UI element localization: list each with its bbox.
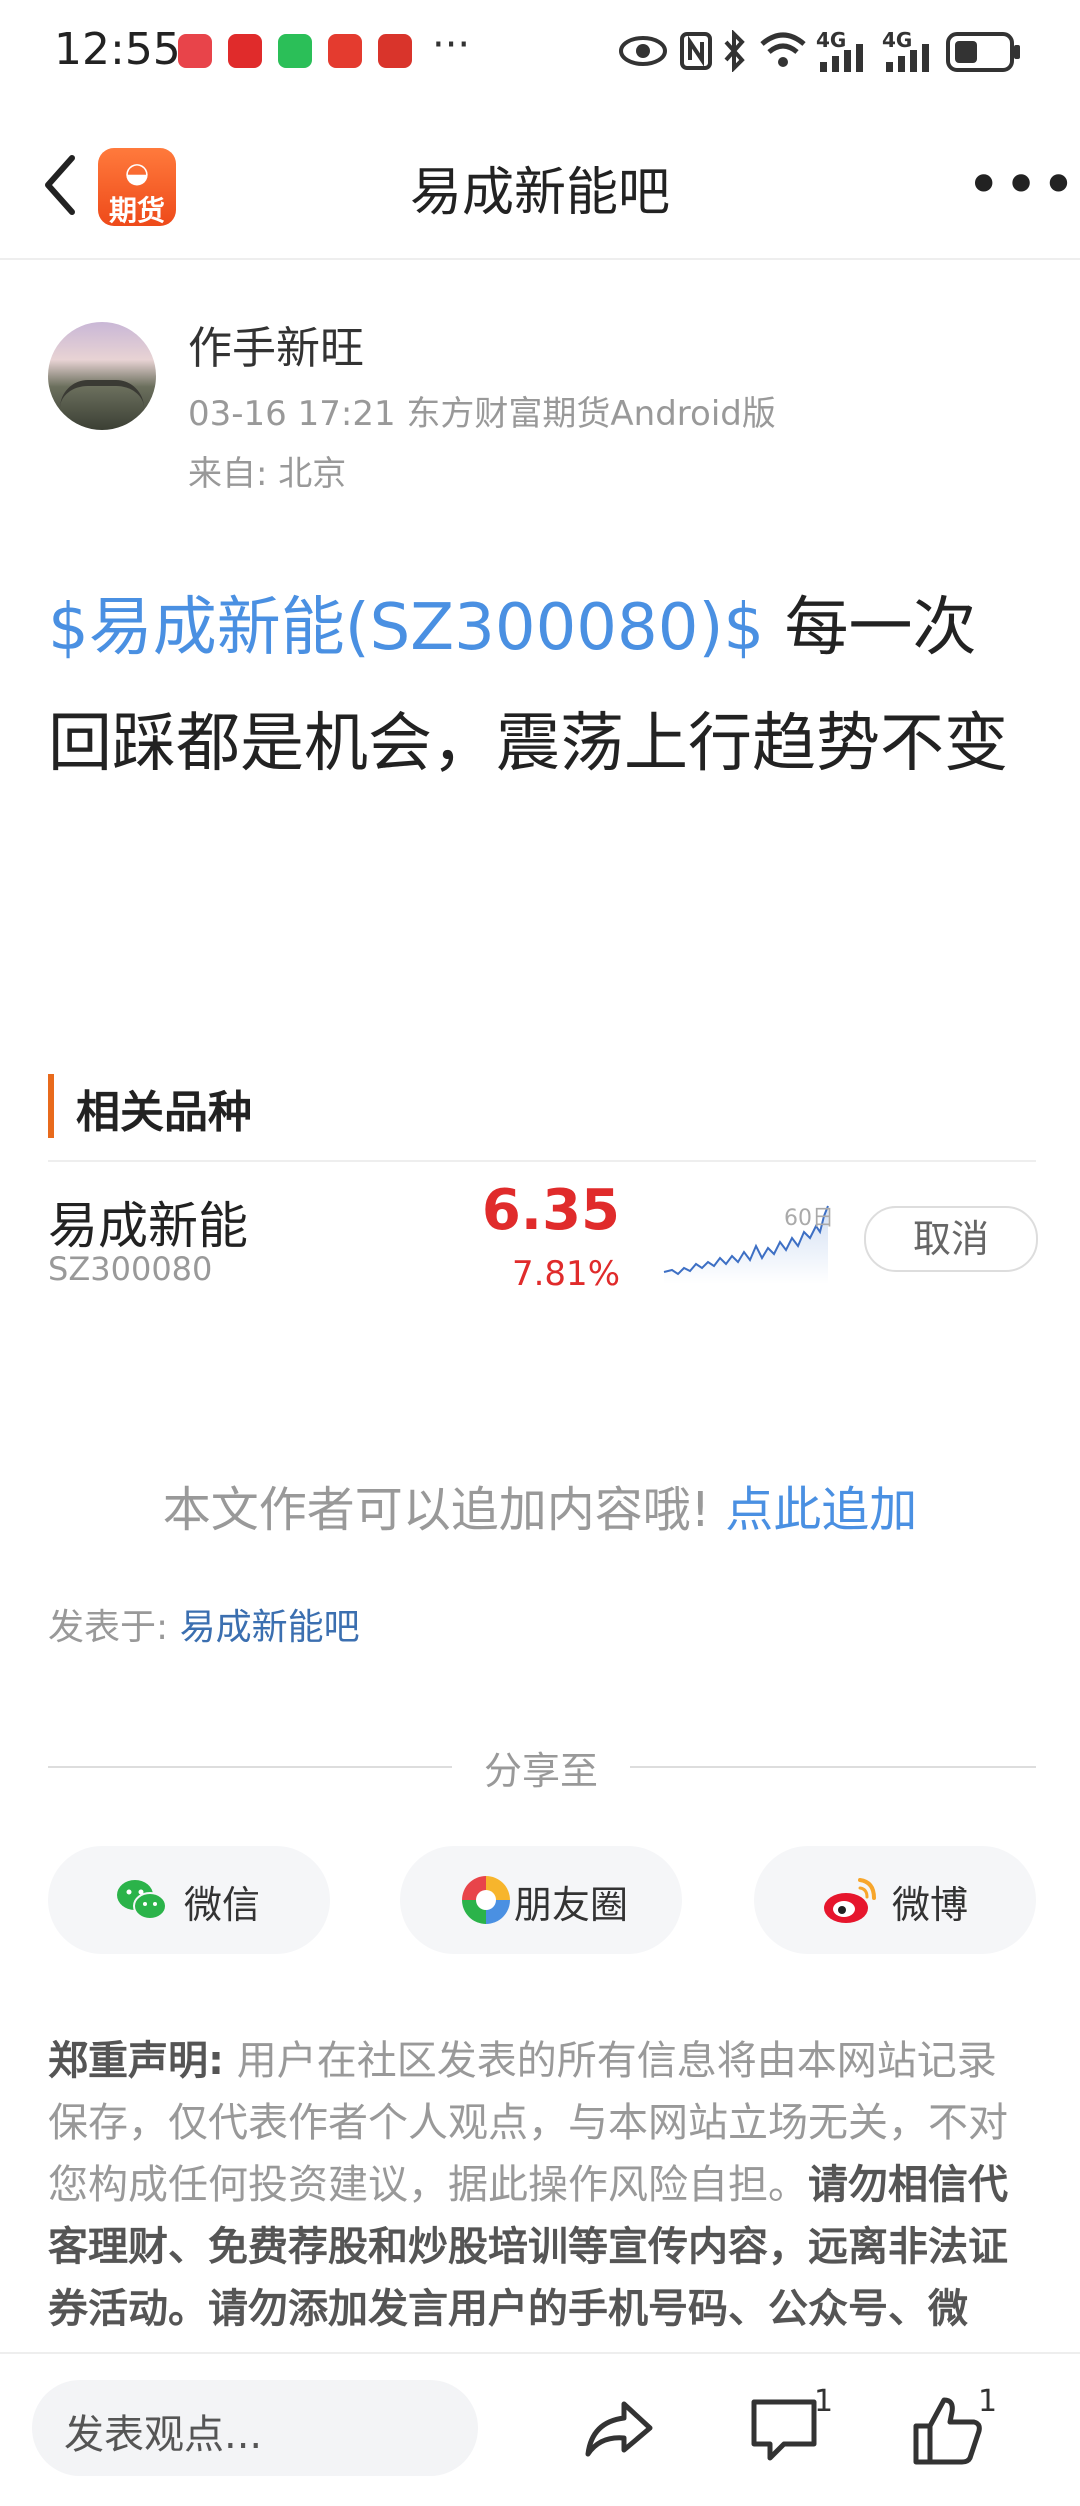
share-label: 分享至: [483, 1749, 598, 1793]
stock-code: SZ300080: [48, 1250, 213, 1288]
like-count: 1: [978, 2384, 998, 2419]
share-weibo-label: 微博: [892, 1883, 969, 1927]
futures-logo: ◒ 期货: [98, 148, 176, 227]
wechat-icon: [278, 34, 312, 68]
moments-icon: [462, 1876, 510, 1924]
share-divider-right: [630, 1766, 1036, 1768]
back-arrow-icon[interactable]: [40, 150, 80, 220]
posted-in: 发表于: 易成新能吧: [48, 1598, 360, 1650]
post-meta: 03-16 17:21 东方财富期货Android版: [188, 394, 776, 434]
share-moments-label: 朋友圈: [514, 1883, 629, 1927]
stock-change: 7.81%: [511, 1254, 620, 1294]
comment-count: 1: [814, 2384, 834, 2419]
weibo-icon: [824, 1878, 876, 1923]
page-title: 易成新能吧: [409, 163, 670, 223]
bluetooth-icon: [724, 30, 745, 72]
stock-tag-link[interactable]: $易成新能(SZ300080)$: [48, 591, 764, 665]
disclaimer-head: 郑重声明:: [48, 2038, 224, 2084]
related-divider: [48, 1160, 1036, 1162]
stock-name[interactable]: 易成新能: [48, 1186, 248, 1258]
share-moments-button[interactable]: 朋友圈: [400, 1846, 682, 1954]
disclaimer: 郑重声明: 用户在社区发表的所有信息将由本网站记录保存，仅代表作者个人观点，与本…: [48, 2030, 1036, 2340]
comment-icon[interactable]: [744, 2390, 824, 2470]
author-avatar[interactable]: [48, 322, 156, 430]
share-wechat-button[interactable]: 微信: [48, 1846, 330, 1954]
status-time: 12:55: [54, 24, 181, 75]
header-divider: [0, 258, 1080, 260]
signal-icon-2: [886, 44, 929, 72]
posted-in-link[interactable]: 易成新能吧: [180, 1607, 360, 1648]
like-icon[interactable]: [908, 2390, 988, 2470]
share-weibo-button[interactable]: 微博: [754, 1846, 1036, 1954]
status-more-dots: ···: [432, 22, 471, 68]
logo-text: 期货: [108, 194, 165, 227]
share-divider-left: [48, 1766, 452, 1768]
wechat-icon: [117, 1880, 167, 1920]
wifi-icon: [760, 32, 806, 67]
post-content: $易成新能(SZ300080)$ 每一次回踩都是机会，震荡上行趋势不变: [48, 570, 1032, 802]
cancel-button[interactable]: 取消: [864, 1206, 1038, 1272]
huawei-icon: [178, 34, 212, 68]
battery-icon: [946, 32, 1020, 72]
post-location: 来自: 北京: [188, 454, 347, 494]
more-menu-icon[interactable]: •••: [966, 150, 1078, 220]
stock-price: 6.35: [481, 1178, 620, 1243]
share-icon[interactable]: [578, 2390, 658, 2470]
chart-period-label: 60日: [784, 1206, 834, 1231]
append-notice: 本文作者可以追加内容哦! 点此追加: [0, 1470, 1080, 1540]
author-name[interactable]: 作手新旺: [188, 312, 364, 376]
append-text: 本文作者可以追加内容哦!: [162, 1482, 710, 1538]
nfc-icon: [680, 32, 712, 70]
app4-icon: [328, 34, 362, 68]
signal-icon-1: [820, 44, 863, 72]
app5-icon: [378, 34, 412, 68]
related-title: 相关品种: [76, 1087, 252, 1138]
comment-placeholder: 发表观点...: [64, 2412, 263, 2458]
posted-in-label: 发表于:: [48, 1607, 180, 1648]
share-wechat-label: 微信: [184, 1883, 261, 1927]
app2-icon: [228, 34, 262, 68]
section-accent-bar: [48, 1074, 54, 1138]
eye-icon: [619, 36, 667, 66]
status-bar: 12:55 ··· 4G 4G: [0, 0, 1080, 110]
append-link[interactable]: 点此追加: [725, 1482, 917, 1538]
logo-mark-icon: ◒: [124, 156, 150, 189]
